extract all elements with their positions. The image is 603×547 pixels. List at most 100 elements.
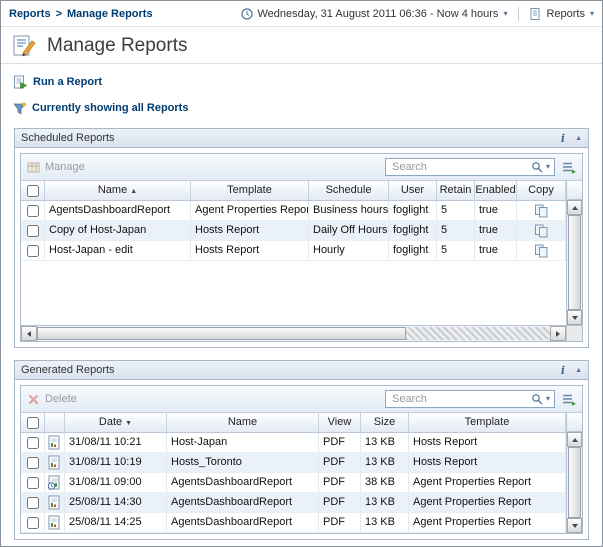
scrollbar-thumb[interactable] [568,215,581,310]
column-header-name[interactable]: Name [167,413,319,432]
column-header-template[interactable]: Template [409,413,566,432]
scroll-down-button[interactable] [567,310,582,325]
table-row[interactable]: 31/08/11 09:00 AgentsDashboardReport PDF… [21,473,566,493]
cell-view[interactable]: PDF [319,473,361,493]
run-a-report-link[interactable]: Run a Report [13,74,602,90]
cell-retain: 5 [437,221,475,241]
column-header-schedule[interactable]: Schedule [309,181,389,200]
scroll-up-button[interactable] [567,432,582,447]
row-checkbox[interactable] [27,497,39,509]
scheduled-reports-panel: Scheduled Reports i ▲ Manage [14,128,589,348]
scrollbar-track[interactable] [37,326,550,341]
row-icon-cell [45,493,65,513]
scrollbar-thumb[interactable] [568,447,581,518]
column-header-view[interactable]: View [319,413,361,432]
column-header-date[interactable]: Date▼ [65,413,167,432]
cell-template: Hosts Report [409,453,566,473]
search-dropdown-icon[interactable]: ▾ [546,163,550,171]
cell-name: AgentsDashboardReport [167,493,319,513]
copy-icon[interactable] [534,204,549,218]
report-file-icon[interactable] [47,435,62,450]
table-row[interactable]: Host-Japan - edit Hosts Report Hourly fo… [21,241,566,261]
vertical-scrollbar[interactable] [566,181,582,325]
cell-copy [517,241,566,261]
copy-icon[interactable] [534,224,549,238]
collapse-icon[interactable]: ▲ [575,367,582,374]
search-dropdown-icon[interactable]: ▾ [546,395,550,403]
row-checkbox[interactable] [27,245,39,257]
filter-icon [13,102,26,115]
collapse-icon[interactable]: ▲ [575,135,582,142]
scroll-right-button[interactable] [550,326,566,341]
column-header-copy[interactable]: Copy [517,181,566,200]
column-header-enabled[interactable]: Enabled [475,181,517,200]
scroll-down-button[interactable] [567,518,582,533]
search-input[interactable] [390,392,528,406]
scrollbar-thumb[interactable] [37,327,406,340]
info-icon[interactable]: i [561,364,565,377]
row-checkbox[interactable] [27,225,39,237]
cell-view[interactable]: PDF [319,433,361,453]
run-report-label: Run a Report [33,76,102,88]
cell-view[interactable]: PDF [319,453,361,473]
grid-settings-icon[interactable] [562,393,576,406]
reports-menu[interactable]: Reports ▾ [530,8,594,20]
cell-name: Copy of Host-Japan [45,221,191,241]
column-header-name[interactable]: Name▲ [45,181,191,200]
row-checkbox[interactable] [27,457,39,469]
scroll-up-button[interactable] [567,200,582,215]
column-header-user[interactable]: User [389,181,437,200]
scheduled-panel-body: Manage ▾ [14,148,589,348]
delete-button[interactable]: Delete [27,393,77,406]
generated-reports-panel: Generated Reports i ▲ Delete [14,360,589,540]
scrollbar-corner [567,413,582,432]
scroll-left-button[interactable] [21,326,37,341]
scrollbar-track[interactable] [567,215,582,310]
search-icon[interactable] [531,393,543,405]
cell-user: foglight [389,241,437,261]
cell-view[interactable]: PDF [319,493,361,513]
table-row[interactable]: 25/08/11 14:25 AgentsDashboardReport PDF… [21,513,566,533]
row-checkbox[interactable] [27,477,39,489]
down-arrow-icon [572,524,578,528]
scheduled-report-file-icon[interactable] [47,475,62,490]
column-header-retain[interactable]: Retain [437,181,475,200]
report-file-icon[interactable] [47,515,62,530]
table-row[interactable]: AgentsDashboardReport Agent Properties R… [21,201,566,221]
table-row[interactable]: 31/08/11 10:19 Hosts_Toronto PDF 13 KB H… [21,453,566,473]
table-row[interactable]: 31/08/11 10:21 Host-Japan PDF 13 KB Host… [21,433,566,453]
grid-settings-icon[interactable] [562,161,576,174]
scrollbar-corner [567,181,582,200]
cell-name: AgentsDashboardReport [167,473,319,493]
reports-menu-dropdown-icon[interactable]: ▾ [590,10,594,18]
breadcrumb: Reports > Manage Reports [9,8,153,20]
cell-view[interactable]: PDF [319,513,361,533]
row-checkbox[interactable] [27,437,39,449]
table-row[interactable]: Copy of Host-Japan Hosts Report Daily Of… [21,221,566,241]
copy-icon[interactable] [534,244,549,258]
horizontal-scrollbar[interactable] [21,325,582,341]
info-icon[interactable]: i [561,132,565,145]
table-row[interactable]: 25/08/11 14:30 AgentsDashboardReport PDF… [21,493,566,513]
column-header-template[interactable]: Template [191,181,309,200]
manage-button[interactable]: Manage [27,161,85,174]
page-title: Manage Reports [47,35,187,57]
time-range-selector[interactable]: Wednesday, 31 August 2011 06:36 - Now 4 … [241,8,508,20]
search-icon[interactable] [531,161,543,173]
manage-reports-page: Reports > Manage Reports Wednesday, 31 A… [0,0,603,547]
scheduled-table-header: Name▲ Template Schedule User Retain Enab… [21,181,566,201]
column-header-size[interactable]: Size [361,413,409,432]
select-all-checkbox[interactable] [27,185,39,197]
select-all-checkbox[interactable] [27,417,39,429]
report-file-icon[interactable] [47,455,62,470]
vertical-scrollbar[interactable] [566,413,582,533]
search-input[interactable] [390,160,528,174]
breadcrumb-reports[interactable]: Reports [9,8,51,20]
row-checkbox[interactable] [27,517,39,529]
row-checkbox[interactable] [27,205,39,217]
scrollbar-track[interactable] [567,447,582,518]
scheduled-toolbar: Manage ▾ [21,154,582,181]
report-file-icon[interactable] [47,495,62,510]
time-range-dropdown-icon[interactable]: ▾ [503,10,507,18]
row-icon-cell [45,453,65,473]
